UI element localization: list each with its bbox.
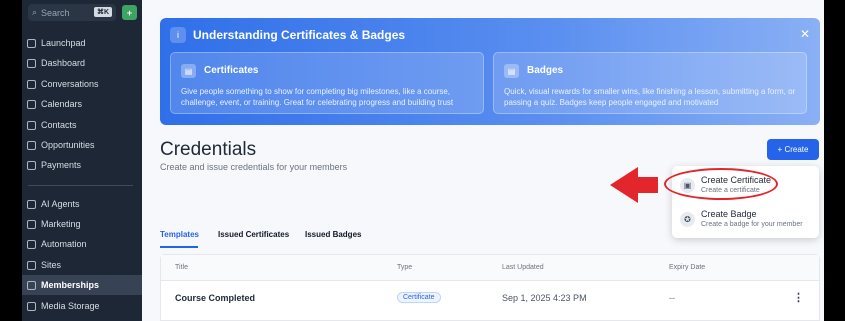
column-header: Title	[175, 264, 188, 271]
payments-icon	[27, 160, 36, 170]
row-updated: Sep 1, 2025 4:23 PM	[502, 293, 587, 303]
tab-templates[interactable]: Templates	[160, 230, 199, 239]
dashboard-icon	[27, 58, 36, 68]
media-icon	[27, 301, 36, 311]
column-header: Type	[397, 264, 413, 271]
sidebar-item-label: Launchpad	[41, 38, 86, 48]
page-title: Credentials	[160, 139, 257, 160]
tab-issued-certificates[interactable]: Issued Certificates	[218, 230, 289, 239]
sidebar-item-label: Dashboard	[41, 58, 86, 68]
badge-icon: ▤	[504, 64, 519, 78]
sidebar-item-label: Media Storage	[41, 301, 100, 311]
row-title: Course Completed	[175, 293, 256, 303]
table-header: Title Type Last Updated Expiry Date	[161, 255, 819, 281]
sidebar-item-label: Payments	[41, 160, 82, 170]
sidebar: ⌕ Search ⌘K + Launchpad Dashboard Conver…	[22, 0, 142, 321]
marketing-icon	[27, 219, 36, 229]
info-banner: i Understanding Certificates & Badges ✕ …	[160, 18, 820, 125]
badges-card: ▤ Badges Quick, visual rewards for small…	[493, 52, 807, 114]
sidebar-item-conversations[interactable]: Conversations	[22, 74, 142, 94]
sidebar-item-label: Opportunities	[41, 140, 95, 150]
card-title: Certificates	[204, 65, 259, 76]
sidebar-item-label: Contacts	[41, 120, 77, 130]
automation-icon	[27, 239, 36, 249]
certificate-icon: ▤	[181, 64, 196, 78]
column-header: Last Updated	[502, 264, 544, 271]
sidebar-item-calendars[interactable]: Calendars	[22, 94, 142, 114]
sidebar-item-launchpad[interactable]: Launchpad	[22, 33, 142, 53]
sidebar-item-memberships[interactable]: Memberships	[22, 275, 142, 295]
contacts-icon	[27, 120, 36, 130]
row-expiry: --	[669, 293, 675, 303]
sidebar-item-label: Marketing	[41, 219, 81, 229]
sidebar-item-payments[interactable]: Payments	[22, 155, 142, 175]
pointer-arrow-annotation	[610, 167, 658, 203]
card-title: Badges	[527, 65, 564, 76]
search-shortcut: ⌘K	[93, 7, 112, 17]
column-header: Expiry Date	[669, 264, 706, 271]
calendar-icon	[27, 99, 36, 109]
search-placeholder: Search	[41, 7, 70, 18]
card-description: Quick, visual rewards for smaller wins, …	[504, 87, 796, 107]
sidebar-item-label: Calendars	[41, 99, 83, 109]
active-tab-indicator	[160, 246, 198, 248]
opportunities-icon	[27, 140, 36, 150]
sidebar-item-automation[interactable]: Automation	[22, 234, 142, 254]
card-description: Give people something to show for comple…	[181, 87, 454, 107]
create-badge-item[interactable]: ✪ Create Badge Create a badge for your m…	[672, 202, 819, 236]
info-icon: i	[170, 27, 186, 43]
left-frame	[0, 0, 22, 321]
sidebar-item-label: Memberships	[41, 280, 100, 290]
close-icon[interactable]: ✕	[800, 27, 810, 41]
certificates-card: ▤ Certificates Give people something to …	[170, 52, 484, 114]
right-frame	[824, 0, 845, 321]
rocket-icon	[27, 38, 36, 48]
sidebar-item-label: Sites	[41, 260, 62, 270]
sidebar-item-opportunities[interactable]: Opportunities	[22, 135, 142, 155]
search-input[interactable]: ⌕ Search ⌘K	[28, 4, 116, 21]
sidebar-item-sites[interactable]: Sites	[22, 255, 142, 275]
templates-table: Title Type Last Updated Expiry Date Cour…	[160, 254, 820, 321]
badge-icon: ✪	[680, 212, 695, 227]
page-subtitle: Create and issue credentials for your me…	[160, 162, 348, 172]
chat-icon	[27, 79, 36, 89]
ai-agent-icon	[27, 199, 36, 209]
sites-icon	[27, 260, 36, 270]
highlight-circle-annotation	[664, 168, 778, 200]
sidebar-divider	[28, 185, 133, 186]
search-icon: ⌕	[32, 7, 38, 17]
main-content: i Understanding Certificates & Badges ✕ …	[142, 0, 824, 321]
sidebar-item-marketing[interactable]: Marketing	[22, 214, 142, 234]
create-button[interactable]: + Create	[767, 139, 819, 160]
sidebar-item-label: Conversations	[41, 79, 99, 89]
sidebar-item-ai-agents[interactable]: AI Agents	[22, 194, 142, 214]
sidebar-item-contacts[interactable]: Contacts	[22, 115, 142, 135]
banner-title: Understanding Certificates & Badges	[193, 28, 406, 42]
menu-item-desc: Create a badge for your member	[701, 221, 803, 228]
more-options-icon[interactable]: ⋮	[793, 291, 804, 304]
menu-item-title: Create Badge	[701, 209, 757, 219]
sidebar-item-media-storage[interactable]: Media Storage	[22, 296, 142, 316]
tab-issued-badges[interactable]: Issued Badges	[305, 230, 361, 239]
sidebar-item-label: AI Agents	[41, 199, 80, 209]
sidebar-item-label: Automation	[41, 239, 87, 249]
quick-add-button[interactable]: +	[122, 5, 137, 20]
sidebar-item-dashboard[interactable]: Dashboard	[22, 53, 142, 73]
memberships-icon	[27, 280, 36, 290]
type-badge: Certificate	[397, 292, 441, 303]
